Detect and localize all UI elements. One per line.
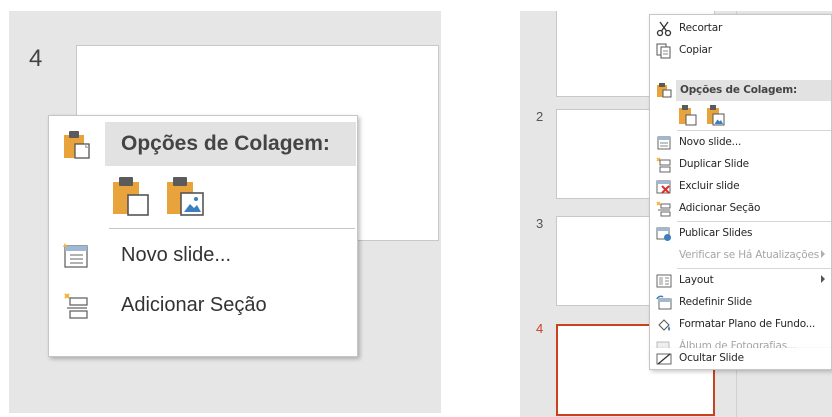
menu-item-format-background[interactable]: Formatar Plano de Fundo... — [650, 314, 831, 336]
paste-use-destination-theme-icon[interactable] — [678, 104, 698, 126]
menu-item-copy[interactable]: Copiar — [650, 40, 831, 62]
scissors-icon — [656, 21, 672, 37]
paste-options-label: Opções de Colagem: — [680, 84, 797, 96]
menu-separator — [677, 221, 831, 222]
menu-separator — [677, 130, 831, 131]
menu-item-label: Adicionar Seção — [121, 294, 267, 316]
add-section-icon — [656, 201, 672, 217]
paste-options-header: Opções de Colagem: — [105, 122, 356, 166]
menu-item-label: Ocultar Slide — [679, 352, 744, 364]
delete-slide-icon — [656, 179, 672, 195]
duplicate-slide-icon — [656, 157, 672, 173]
menu-item-delete-slide[interactable]: Excluir slide — [650, 176, 831, 198]
menu-item-label: Duplicar Slide — [679, 158, 749, 170]
menu-item-publish-slides[interactable]: Publicar Slides — [650, 223, 831, 245]
menu-item-new-slide[interactable]: Novo slide... — [49, 234, 357, 278]
submenu-arrow-icon — [821, 250, 825, 258]
publish-slides-icon — [656, 226, 672, 242]
layout-icon — [656, 273, 672, 289]
slide-number-selected: 4 — [536, 321, 544, 336]
paste-options-label: Opções de Colagem: — [121, 132, 330, 155]
paste-picture-icon[interactable] — [165, 174, 207, 218]
menu-item-label: Verificar se Há Atualizações — [679, 249, 819, 261]
hide-slide-icon — [656, 351, 672, 367]
zoomed-context-menu-pane: 4 Opções de Colagem: Novo slide... Adici… — [9, 11, 441, 413]
menu-separator — [677, 268, 831, 269]
menu-item-layout[interactable]: Layout — [650, 270, 831, 292]
add-section-icon — [61, 291, 91, 321]
menu-item-duplicate-slide[interactable]: Duplicar Slide — [650, 154, 831, 176]
menu-item-label: Redefinir Slide — [679, 296, 752, 308]
slide-number: 3 — [536, 216, 544, 231]
menu-item-reset-slide[interactable]: Redefinir Slide — [650, 292, 831, 314]
menu-item-label: Copiar — [679, 44, 712, 56]
context-menu-bottom: Ocultar Slide — [649, 348, 832, 370]
paste-icon — [61, 128, 93, 160]
submenu-arrow-icon — [821, 275, 825, 283]
menu-item-label: Novo slide... — [121, 244, 232, 266]
menu-item-label: Publicar Slides — [679, 227, 753, 239]
menu-item-add-section[interactable]: Adicionar Seção — [49, 284, 357, 328]
menu-item-add-section[interactable]: Adicionar Seção — [650, 198, 831, 220]
menu-item-hide-slide[interactable]: Ocultar Slide — [650, 348, 831, 370]
slide-number: 2 — [536, 109, 544, 124]
menu-separator — [109, 228, 355, 229]
menu-item-check-updates: Verificar se Há Atualizações — [650, 245, 831, 267]
menu-item-label: Recortar — [679, 22, 723, 34]
new-slide-icon — [656, 135, 672, 151]
menu-item-label: Formatar Plano de Fundo... — [679, 318, 816, 330]
reset-slide-icon — [656, 295, 672, 311]
format-background-icon — [656, 317, 672, 333]
paste-icon — [656, 82, 672, 98]
menu-item-label: Layout — [679, 274, 714, 286]
menu-item-label: Excluir slide — [679, 180, 740, 192]
paste-options-row — [678, 104, 726, 126]
context-menu: Opções de Colagem: Novo slide... Adicion… — [48, 115, 358, 357]
context-menu: Recortar Copiar Opções de Colagem: Novo … — [649, 14, 832, 358]
menu-item-label: Novo slide... — [679, 136, 742, 148]
paste-use-destination-theme-icon[interactable] — [111, 174, 153, 218]
new-slide-icon — [61, 241, 91, 271]
menu-item-label: Adicionar Seção — [679, 202, 761, 214]
paste-picture-icon[interactable] — [706, 104, 726, 126]
paste-options-row — [111, 174, 207, 218]
paste-options-header: Opções de Colagem: — [676, 80, 831, 101]
copy-icon — [656, 43, 672, 59]
menu-item-cut[interactable]: Recortar — [650, 18, 831, 40]
slide-number: 4 — [29, 45, 43, 72]
menu-item-new-slide[interactable]: Novo slide... — [650, 132, 831, 154]
